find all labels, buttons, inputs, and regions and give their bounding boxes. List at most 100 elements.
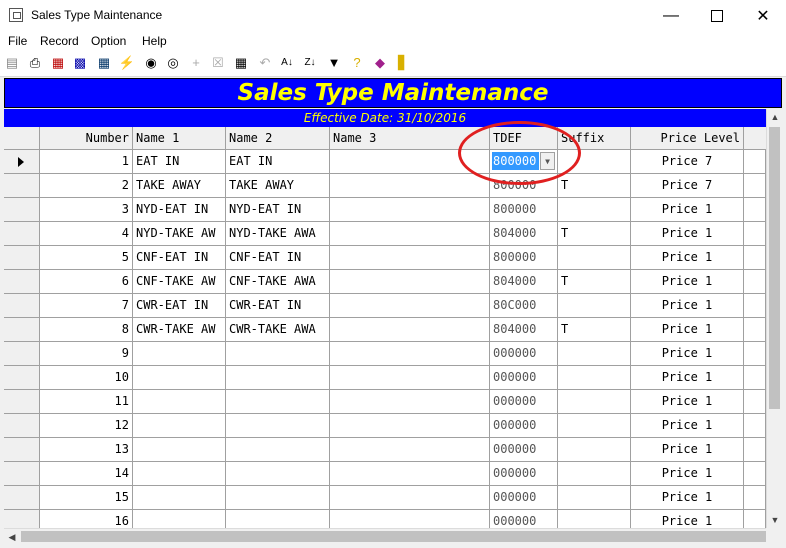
cell-price-level[interactable]: Price 1	[631, 294, 744, 318]
cell-name1[interactable]: NYD-EAT IN	[133, 198, 226, 222]
cell-price-level[interactable]: Price 7	[631, 150, 744, 174]
chart-icon[interactable]: ▩	[72, 55, 88, 71]
cell-name1[interactable]: TAKE AWAY	[133, 174, 226, 198]
cell-price-level[interactable]: Price 1	[631, 390, 744, 414]
cell-name2[interactable]: NYD-TAKE AWA	[226, 222, 330, 246]
cell-price-level[interactable]: Price 1	[631, 318, 744, 342]
cell-suffix[interactable]	[558, 486, 631, 510]
report-icon[interactable]: ▦	[50, 55, 66, 71]
cell-name1[interactable]	[133, 342, 226, 366]
menu-help[interactable]: Help	[142, 34, 167, 48]
cell-name2[interactable]	[226, 342, 330, 366]
cell-suffix[interactable]	[558, 342, 631, 366]
sort-ascending-icon[interactable]: A↓	[279, 55, 295, 71]
undo-icon[interactable]: ↶	[257, 55, 273, 71]
cell-number[interactable]: 10	[40, 366, 133, 390]
cell-name2[interactable]	[226, 438, 330, 462]
cell-tdef[interactable]: 800000	[490, 246, 558, 270]
cell-price-level[interactable]: Price 1	[631, 246, 744, 270]
cell-name3[interactable]	[330, 438, 490, 462]
header-name1[interactable]: Name 1	[133, 127, 226, 150]
delete-icon[interactable]: ☒	[210, 55, 226, 71]
cell-name1[interactable]	[133, 390, 226, 414]
eraser-icon[interactable]: ◆	[372, 55, 388, 71]
cell-number[interactable]: 12	[40, 414, 133, 438]
cell-name3[interactable]	[330, 222, 490, 246]
minimize-button[interactable]: —	[648, 0, 694, 31]
cell-name1[interactable]: CWR-TAKE AW	[133, 318, 226, 342]
cell-name1[interactable]	[133, 462, 226, 486]
cell-tdef[interactable]: 804000	[490, 222, 558, 246]
cell-tdef[interactable]: 804000	[490, 318, 558, 342]
cell-name3[interactable]	[330, 246, 490, 270]
cell-suffix[interactable]	[558, 390, 631, 414]
cell-name2[interactable]	[226, 414, 330, 438]
cell-name2[interactable]: EAT IN	[226, 150, 330, 174]
cell-name3[interactable]	[330, 414, 490, 438]
cell-price-level[interactable]: Price 1	[631, 486, 744, 510]
cell-suffix[interactable]	[558, 198, 631, 222]
vertical-scroll-thumb[interactable]	[769, 127, 780, 409]
cell-price-level[interactable]: Price 1	[631, 342, 744, 366]
cell-name1[interactable]: CNF-EAT IN	[133, 246, 226, 270]
cell-name3[interactable]	[330, 486, 490, 510]
table-icon-2[interactable]: ▦	[233, 55, 249, 71]
exit-icon[interactable]: ▋	[395, 55, 411, 71]
horizontal-scroll-thumb[interactable]	[21, 531, 766, 542]
cell-name1[interactable]: CWR-EAT IN	[133, 294, 226, 318]
sales-type-grid[interactable]: Number Name 1 Name 2 Name 3 TDEF Suffix …	[4, 127, 766, 528]
cell-number[interactable]: 5	[40, 246, 133, 270]
cell-name1[interactable]: NYD-TAKE AW	[133, 222, 226, 246]
cell-suffix[interactable]: T	[558, 174, 631, 198]
cell-number[interactable]: 6	[40, 270, 133, 294]
cell-suffix[interactable]	[558, 510, 631, 528]
header-price-level[interactable]: Price Level	[631, 127, 744, 150]
menu-option[interactable]: Option	[91, 34, 126, 48]
cell-name3[interactable]	[330, 510, 490, 528]
cell-tdef[interactable]: 000000	[490, 486, 558, 510]
scroll-left-icon[interactable]: ◀	[4, 529, 20, 545]
cell-suffix[interactable]	[558, 414, 631, 438]
binoculars-icon[interactable]: ◉	[143, 55, 159, 71]
cell-name1[interactable]	[133, 438, 226, 462]
cell-number[interactable]: 8	[40, 318, 133, 342]
cell-tdef[interactable]: 000000	[490, 438, 558, 462]
cell-number[interactable]: 3	[40, 198, 133, 222]
cell-suffix[interactable]: T	[558, 222, 631, 246]
cell-name1[interactable]	[133, 486, 226, 510]
horizontal-scrollbar[interactable]: ◀	[4, 528, 766, 544]
cell-price-level[interactable]: Price 7	[631, 174, 744, 198]
cell-name3[interactable]	[330, 198, 490, 222]
cell-price-level[interactable]: Price 1	[631, 414, 744, 438]
cell-tdef[interactable]: 000000	[490, 390, 558, 414]
cell-name1[interactable]: EAT IN	[133, 150, 226, 174]
cell-name2[interactable]	[226, 390, 330, 414]
cell-suffix[interactable]: T	[558, 318, 631, 342]
cell-name3[interactable]	[330, 318, 490, 342]
scroll-down-icon[interactable]: ▼	[767, 512, 783, 528]
menu-file[interactable]: File	[8, 34, 27, 48]
cell-number[interactable]: 9	[40, 342, 133, 366]
print-icon[interactable]: ⎙	[27, 55, 43, 71]
cell-name1[interactable]: CNF-TAKE AW	[133, 270, 226, 294]
cell-number[interactable]: 11	[40, 390, 133, 414]
cell-name3[interactable]	[330, 462, 490, 486]
cell-name1[interactable]	[133, 414, 226, 438]
cell-number[interactable]: 13	[40, 438, 133, 462]
cell-suffix[interactable]	[558, 294, 631, 318]
help-icon[interactable]: ?	[349, 55, 365, 71]
cell-name2[interactable]: CNF-EAT IN	[226, 246, 330, 270]
cell-name3[interactable]	[330, 294, 490, 318]
scroll-up-icon[interactable]: ▲	[767, 109, 783, 125]
header-name2[interactable]: Name 2	[226, 127, 330, 150]
cell-tdef[interactable]: 800000	[490, 198, 558, 222]
cell-tdef[interactable]: 000000	[490, 342, 558, 366]
cell-tdef[interactable]: 804000	[490, 270, 558, 294]
cell-suffix[interactable]	[558, 462, 631, 486]
lightning-icon[interactable]: ⚡	[119, 55, 135, 71]
cell-number[interactable]: 15	[40, 486, 133, 510]
cell-number[interactable]: 1	[40, 150, 133, 174]
cell-price-level[interactable]: Price 1	[631, 438, 744, 462]
cell-tdef[interactable]: 000000	[490, 462, 558, 486]
cell-number[interactable]: 14	[40, 462, 133, 486]
